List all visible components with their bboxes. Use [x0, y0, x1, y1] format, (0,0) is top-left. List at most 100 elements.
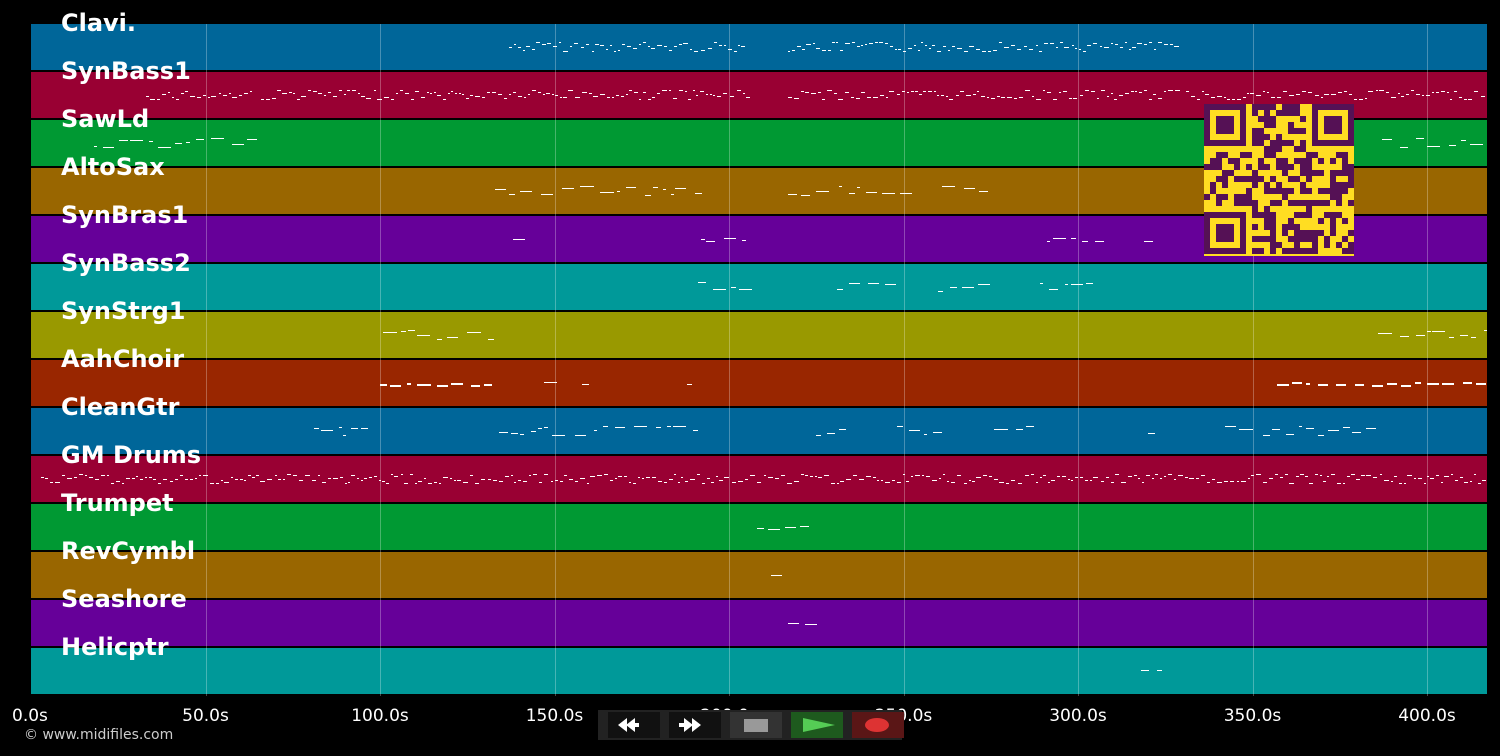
note: [1175, 90, 1180, 91]
note: [707, 48, 712, 49]
time-tick-label: 0.0s: [12, 706, 48, 726]
play-icon: [803, 718, 835, 732]
note: [709, 94, 712, 95]
note: [1464, 99, 1467, 100]
note: [562, 188, 574, 189]
note: [855, 98, 860, 99]
note: [950, 482, 955, 483]
note: [1286, 434, 1295, 435]
note: [1174, 479, 1177, 480]
note: [1074, 48, 1078, 49]
track-label: SynBass2: [61, 249, 191, 277]
note: [851, 97, 855, 98]
note: [307, 90, 312, 91]
note: [800, 526, 810, 527]
note: [695, 193, 702, 194]
note: [512, 92, 516, 93]
fast-forward-icon: [679, 718, 701, 732]
note: [240, 479, 243, 480]
note: [267, 479, 273, 480]
note: [607, 97, 611, 98]
note: [1473, 91, 1479, 92]
stop-icon: [744, 719, 768, 732]
note: [373, 90, 376, 91]
track-label: SynBras1: [61, 201, 189, 229]
note: [517, 96, 522, 97]
play-button[interactable]: [791, 712, 843, 738]
note: [655, 427, 661, 428]
note: [719, 480, 723, 481]
note: [1168, 474, 1173, 475]
note: [689, 49, 693, 50]
note: [380, 384, 387, 386]
note: [1444, 476, 1449, 477]
note: [836, 42, 839, 43]
note: [1217, 482, 1222, 483]
gridline: [903, 24, 905, 696]
note: [1365, 98, 1368, 99]
note: [150, 99, 155, 100]
note: [656, 45, 662, 46]
note: [579, 186, 594, 187]
note: [1285, 474, 1288, 475]
note: [1048, 482, 1051, 483]
note: [1289, 483, 1294, 484]
note: [977, 284, 991, 285]
track-label: AltoSax: [61, 153, 165, 181]
note: [884, 284, 897, 285]
note: [1157, 42, 1163, 43]
note: [614, 478, 617, 479]
note: [224, 482, 229, 483]
note: [195, 139, 205, 140]
note: [749, 475, 755, 476]
note: [361, 96, 365, 97]
note: [934, 91, 937, 92]
note: [1140, 670, 1150, 671]
note: [333, 478, 338, 479]
note: [969, 46, 975, 47]
note: [1110, 93, 1113, 94]
note: [836, 483, 839, 484]
note: [526, 46, 531, 47]
note: [705, 241, 716, 242]
record-button[interactable]: [852, 712, 904, 738]
note: [1057, 476, 1060, 477]
rewind-button[interactable]: [608, 712, 660, 738]
note: [700, 50, 706, 51]
note: [723, 45, 727, 46]
note: [674, 46, 678, 47]
note: [383, 332, 398, 333]
note: [1401, 96, 1405, 97]
note: [1055, 47, 1059, 48]
fast-forward-button[interactable]: [669, 712, 721, 738]
note: [1158, 98, 1162, 99]
note: [664, 482, 668, 483]
note: [976, 477, 981, 478]
note: [1086, 283, 1093, 284]
note: [978, 191, 989, 192]
note: [1337, 92, 1342, 93]
note: [1399, 336, 1409, 337]
note: [1124, 42, 1128, 43]
note: [621, 96, 625, 97]
note: [994, 479, 998, 480]
note: [1454, 480, 1459, 481]
note: [338, 90, 343, 91]
note: [986, 97, 989, 98]
note: [609, 480, 613, 481]
note: [987, 51, 992, 52]
note: [1471, 337, 1477, 338]
note: [711, 482, 715, 483]
stop-button[interactable]: [730, 712, 782, 738]
note: [674, 474, 677, 475]
note: [1099, 46, 1103, 47]
note: [687, 384, 692, 385]
note: [906, 92, 910, 93]
note: [701, 239, 705, 240]
note: [1223, 481, 1229, 482]
note: [1079, 95, 1083, 96]
note: [1089, 480, 1092, 481]
note: [238, 95, 243, 96]
note: [638, 477, 641, 478]
note: [981, 51, 986, 52]
